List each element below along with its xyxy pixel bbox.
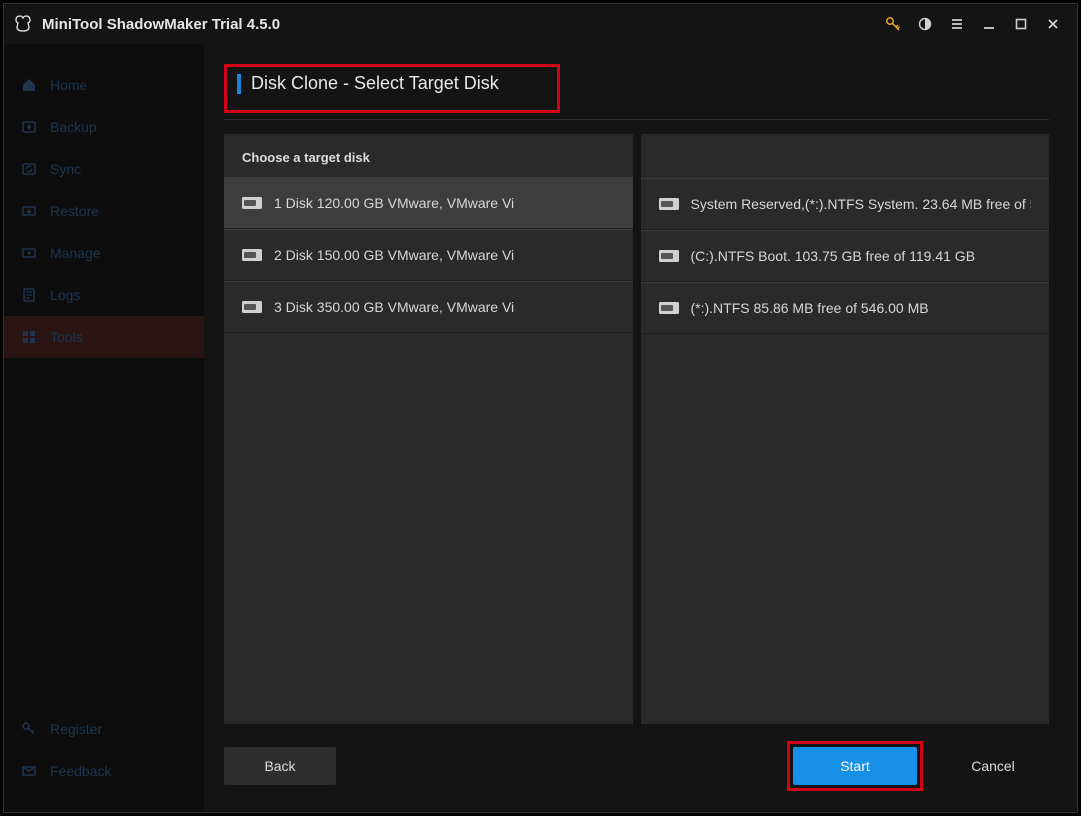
page-heading: Disk Clone - Select Target Disk	[237, 73, 547, 94]
sidebar-item-tools[interactable]: Tools	[4, 316, 204, 358]
back-button[interactable]: Back	[224, 747, 336, 785]
footer-buttons: Back Start Cancel	[224, 738, 1049, 794]
title-bar: MiniTool ShadowMaker Trial 4.5.0	[4, 4, 1077, 44]
disk-label: 2 Disk 150.00 GB VMware, VMware Vi	[274, 247, 514, 263]
partition-icon	[659, 301, 679, 315]
disk-row[interactable]: 2 Disk 150.00 GB VMware, VMware Vi	[224, 229, 633, 281]
disk-icon	[242, 248, 262, 262]
sidebar-item-label: Restore	[50, 203, 99, 219]
theme-button[interactable]	[909, 8, 941, 40]
sidebar-item-feedback[interactable]: Feedback	[4, 750, 204, 792]
disk-row[interactable]: 3 Disk 350.00 GB VMware, VMware Vi	[224, 281, 633, 333]
partition-icon	[659, 249, 679, 263]
manage-icon	[20, 244, 38, 262]
partition-icon	[659, 197, 679, 211]
choose-target-label: Choose a target disk	[224, 134, 633, 177]
sidebar-item-backup[interactable]: Backup	[4, 106, 204, 148]
disk-icon	[242, 300, 262, 314]
partition-label: (*:).NTFS 85.86 MB free of 546.00 MB	[691, 300, 929, 316]
partition-row[interactable]: (*:).NTFS 85.86 MB free of 546.00 MB	[641, 282, 1050, 334]
cancel-button-label: Cancel	[971, 758, 1015, 774]
sidebar-item-label: Register	[50, 721, 102, 737]
sidebar: Home Backup Sync Restore Manage	[4, 44, 204, 812]
partition-row[interactable]: (C:).NTFS Boot. 103.75 GB free of 119.41…	[641, 230, 1050, 282]
start-button-label: Start	[840, 758, 870, 774]
mail-icon	[20, 762, 38, 780]
disk-row[interactable]: 1 Disk 120.00 GB VMware, VMware Vi	[224, 177, 633, 229]
sync-icon	[20, 160, 38, 178]
page-heading-highlight: Disk Clone - Select Target Disk	[224, 64, 560, 113]
disk-icon	[242, 196, 262, 210]
sidebar-item-label: Logs	[50, 287, 80, 303]
sidebar-item-home[interactable]: Home	[4, 64, 204, 106]
partition-label: (C:).NTFS Boot. 103.75 GB free of 119.41…	[691, 248, 976, 264]
start-button-highlight: Start	[787, 741, 923, 791]
app-title: MiniTool ShadowMaker Trial 4.5.0	[42, 16, 280, 33]
sidebar-item-label: Manage	[50, 245, 101, 261]
heading-accent-bar	[237, 74, 241, 94]
minimize-button[interactable]	[973, 8, 1005, 40]
sidebar-item-restore[interactable]: Restore	[4, 190, 204, 232]
start-button[interactable]: Start	[793, 747, 917, 785]
partition-label: System Reserved,(*:).NTFS System. 23.64 …	[691, 196, 1032, 212]
sidebar-item-register[interactable]: Register	[4, 708, 204, 750]
disk-list-panel: Choose a target disk 1 Disk 120.00 GB VM…	[224, 134, 633, 724]
close-button[interactable]	[1037, 8, 1069, 40]
page-title: Disk Clone - Select Target Disk	[251, 73, 499, 94]
cancel-button[interactable]: Cancel	[937, 747, 1049, 785]
backup-icon	[20, 118, 38, 136]
app-logo-icon	[12, 13, 34, 35]
sidebar-item-logs[interactable]: Logs	[4, 274, 204, 316]
sidebar-item-manage[interactable]: Manage	[4, 232, 204, 274]
sidebar-item-label: Backup	[50, 119, 97, 135]
partition-row[interactable]: System Reserved,(*:).NTFS System. 23.64 …	[641, 178, 1050, 230]
home-icon	[20, 76, 38, 94]
heading-divider	[224, 119, 1049, 120]
maximize-button[interactable]	[1005, 8, 1037, 40]
sidebar-item-label: Sync	[50, 161, 81, 177]
sidebar-item-label: Feedback	[50, 763, 111, 779]
sidebar-item-label: Tools	[50, 329, 83, 345]
disk-label: 3 Disk 350.00 GB VMware, VMware Vi	[274, 299, 514, 315]
sidebar-item-sync[interactable]: Sync	[4, 148, 204, 190]
partition-panel-header	[641, 134, 1050, 178]
tools-icon	[20, 328, 38, 346]
app-window: MiniTool ShadowMaker Trial 4.5.0 Home	[3, 3, 1078, 813]
license-key-button[interactable]	[877, 8, 909, 40]
partition-list-panel: System Reserved,(*:).NTFS System. 23.64 …	[641, 134, 1050, 724]
back-button-label: Back	[264, 758, 295, 774]
restore-icon	[20, 202, 38, 220]
sidebar-item-label: Home	[50, 77, 87, 93]
logs-icon	[20, 286, 38, 304]
menu-button[interactable]	[941, 8, 973, 40]
key-icon	[20, 720, 38, 738]
main-content: Disk Clone - Select Target Disk Choose a…	[204, 44, 1077, 812]
disk-label: 1 Disk 120.00 GB VMware, VMware Vi	[274, 195, 514, 211]
